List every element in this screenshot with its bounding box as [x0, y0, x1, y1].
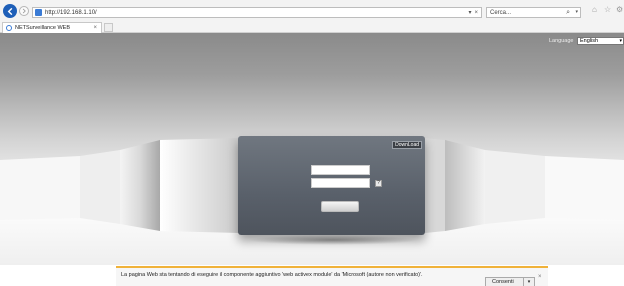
address-controls: ▾ × [468, 8, 478, 17]
tab-loading-icon [6, 25, 12, 31]
arrow-left-icon [7, 7, 12, 15]
tab-netsurveillance[interactable]: NETSurveillance WEB × [2, 22, 102, 33]
tab-title: NETSurveillance WEB [15, 25, 71, 31]
back-button[interactable] [3, 4, 17, 18]
username-field[interactable] [311, 165, 370, 175]
address-dropdown-icon[interactable]: ▾ [468, 9, 471, 16]
login-panel: DownLoad ? [238, 136, 425, 235]
home-icon[interactable]: ⌂ [592, 6, 600, 14]
language-label: Language [549, 38, 574, 44]
search-icon[interactable]: ⌕ [566, 9, 570, 17]
arrow-right-icon [22, 8, 26, 14]
login-button[interactable] [321, 201, 359, 212]
password-field[interactable] [311, 178, 370, 188]
language-select[interactable]: English ▾ [577, 37, 624, 45]
chevron-down-icon: ▾ [619, 38, 622, 44]
toolbar-icons: ⌂ ☆ ⚙ [592, 6, 624, 14]
allow-dropdown-button[interactable]: ▾ [523, 277, 535, 286]
download-button[interactable]: DownLoad [392, 141, 422, 149]
search-placeholder: Cerca... [490, 9, 512, 16]
corridor-left-illustration [0, 138, 240, 233]
activex-notification-bar: La pagina Web sta tentando di eseguire i… [116, 266, 548, 286]
corridor-right-illustration [425, 138, 624, 233]
page-content: Language English ▾ DownLoad ? [0, 33, 624, 265]
panel-shadow [248, 235, 418, 245]
search-dropdown-icon[interactable]: ▾ [575, 9, 578, 15]
url-text: http://192.168.1.10/ [45, 9, 97, 16]
forward-button[interactable] [19, 6, 29, 16]
search-input[interactable]: Cerca... ⌕ ▾ [486, 7, 581, 18]
favorites-icon[interactable]: ☆ [604, 6, 612, 14]
browser-chrome: http://192.168.1.10/ ▾ × Cerca... ⌕ ▾ ⌂ … [0, 0, 624, 33]
address-bar[interactable]: http://192.168.1.10/ ▾ × [32, 7, 482, 18]
settings-icon[interactable]: ⚙ [616, 6, 624, 14]
page-icon [35, 9, 42, 16]
notification-close-icon[interactable]: × [538, 274, 542, 280]
stop-icon[interactable]: × [474, 10, 478, 16]
notification-message: La pagina Web sta tentando di eseguire i… [121, 272, 423, 278]
help-icon[interactable]: ? [375, 180, 382, 187]
language-value: English [580, 38, 599, 44]
new-tab-button[interactable] [104, 23, 113, 32]
tab-strip: NETSurveillance WEB × [0, 21, 624, 33]
allow-button[interactable]: Consenti [485, 277, 525, 286]
tab-close-icon[interactable]: × [93, 25, 97, 31]
